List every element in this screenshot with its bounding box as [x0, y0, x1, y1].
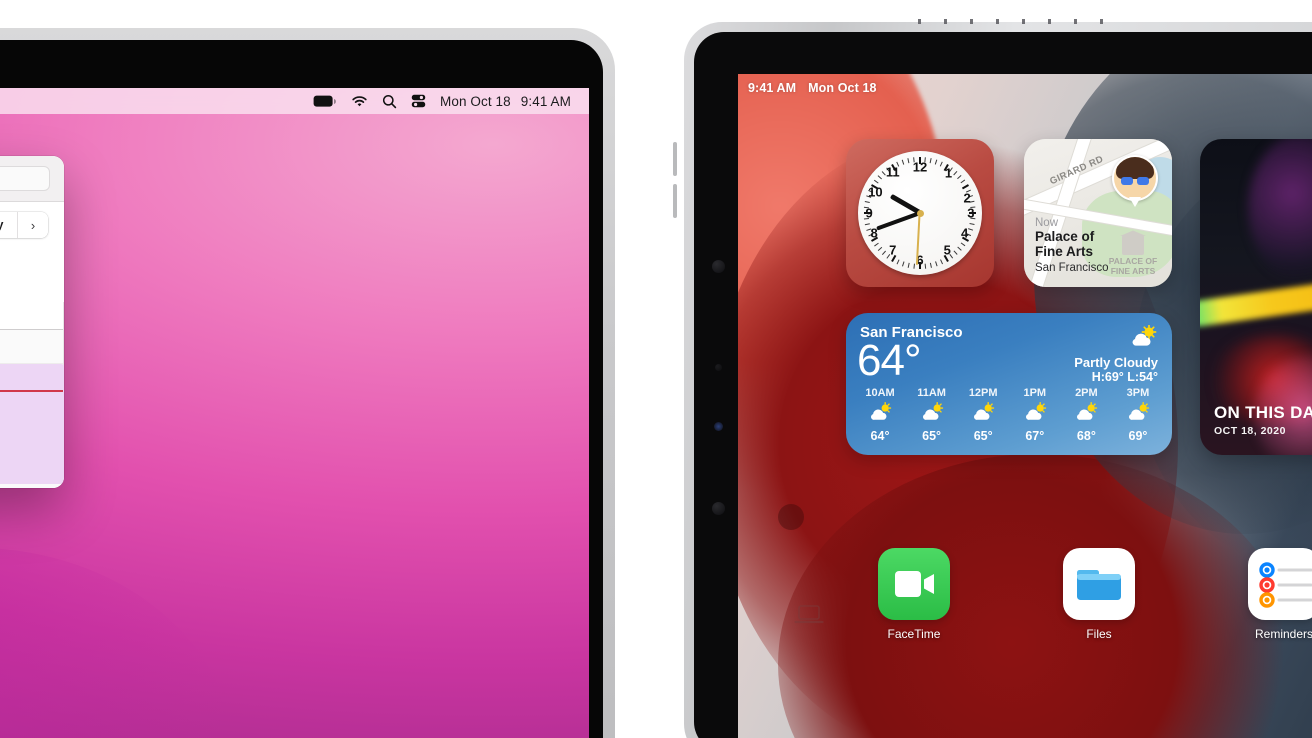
macbook-device: Mon Oct 18 9:41 AM Macintosh HD [0, 28, 615, 738]
clock-number: 11 [885, 164, 900, 180]
speaker-grille [918, 19, 1118, 24]
wifi-icon[interactable] [351, 95, 368, 108]
battery-icon[interactable] [313, 95, 337, 108]
clock-number: 4 [961, 225, 969, 241]
calendar-today-button[interactable]: Today [0, 212, 18, 238]
calendar-window[interactable]: ear Search ‹ Today › Thu 2 [0, 156, 64, 488]
clock-number: 7 [889, 242, 897, 258]
memoji-avatar [1112, 155, 1158, 207]
partly-cloudy-icon [856, 402, 904, 426]
laptop-icon [794, 604, 824, 626]
app-icon-files[interactable]: Files [1053, 548, 1145, 641]
weather-widget[interactable]: San Francisco 64° Partly Cloudy H:69° L:… [846, 313, 1172, 455]
clock-number: 1 [944, 165, 953, 181]
clock-number: 9 [865, 205, 873, 221]
analog-clock-face: 12 1 2 3 4 5 6 7 8 9 10 11 [858, 151, 982, 275]
partly-cloudy-icon [1062, 402, 1110, 426]
clock-number: 10 [868, 184, 883, 200]
files-icon [1063, 548, 1135, 620]
menubar-date[interactable]: Mon Oct 18 [440, 94, 511, 109]
photos-widget-date: OCT 18, 2020 [1214, 425, 1286, 437]
weather-hour-cell: 2PM 68° [1062, 387, 1110, 443]
partly-cloudy-icon [908, 402, 956, 426]
macos-menu-bar[interactable]: Mon Oct 18 9:41 AM [0, 88, 589, 114]
clock-widget[interactable]: 12 1 2 3 4 5 6 7 8 9 10 11 [846, 139, 994, 287]
calendar-now-line [0, 390, 63, 392]
calendar-body: ‹ Today › Thu 21 Fri 22 Sat 23 [0, 202, 64, 488]
volume-down-button[interactable] [673, 184, 677, 218]
partly-cloudy-icon [1114, 402, 1162, 426]
weather-hour-cell: 1PM 67° [1011, 387, 1059, 443]
find-my-now-label: Now [1035, 217, 1059, 229]
ipad-screen: 9:41 AM Mon Oct 18 12 1 2 3 4 5 6 7 8 9 … [694, 32, 1312, 738]
calendar-day-headers: Thu 21 Fri 22 Sat 23 [0, 260, 64, 298]
partly-cloudy-icon [1128, 324, 1158, 351]
landmark-icon [1122, 235, 1144, 256]
clock-number: 12 [912, 159, 928, 175]
volume-up-button[interactable] [673, 142, 677, 176]
app-label: Reminders [1254, 627, 1312, 641]
device-gap [615, 0, 695, 738]
control-center-icon[interactable] [411, 94, 426, 108]
find-my-place: Palace of Fine Arts [1035, 229, 1095, 259]
weather-current-temp: 64° [857, 336, 922, 385]
macos-desktop: Mon Oct 18 9:41 AM Macintosh HD [0, 88, 589, 738]
front-camera-icon [712, 260, 725, 273]
weather-hourly-forecast: 10AM 64° 11AM 65° 12PM 65° 1PM 67° 2PM 68° 3P… [856, 387, 1162, 443]
screenshot-root: Mon Oct 18 9:41 AM Macintosh HD [0, 0, 1312, 738]
calendar-search-input[interactable]: Search [0, 166, 50, 191]
app-label: FaceTime [887, 627, 941, 641]
clock-number: 3 [967, 205, 975, 221]
clock-number: 2 [963, 190, 971, 206]
search-icon[interactable] [382, 94, 397, 109]
calendar-toolbar: ear Search [0, 156, 64, 202]
macbook-screen: Mon Oct 18 9:41 AM Macintosh HD [0, 40, 603, 738]
weather-hour-cell: 12PM 65° [959, 387, 1007, 443]
calendar-nav-group[interactable]: ‹ Today › [0, 212, 48, 238]
menubar-time[interactable]: 9:41 AM [521, 94, 571, 109]
calendar-next-button[interactable]: › [18, 212, 48, 238]
weather-hour-cell: 3PM 69° [1114, 387, 1162, 443]
clock-number: 5 [943, 242, 951, 258]
calendar-event-tims-birthday[interactable]: 9 AM Tim's birthday [0, 364, 64, 484]
weather-high-low: H:69° L:54° [1091, 370, 1158, 384]
wallpaper-shape [778, 504, 804, 530]
find-my-widget[interactable]: GIRARD RD Now Palace of Fine Arts San Fr… [1024, 139, 1172, 287]
ios-status-bar: 9:41 AM Mon Oct 18 [738, 74, 1312, 102]
indicator-led-icon [714, 422, 723, 431]
app-icon-facetime[interactable]: FaceTime [868, 548, 960, 641]
ios-home-screen: 9:41 AM Mon Oct 18 12 1 2 3 4 5 6 7 8 9 … [738, 74, 1312, 738]
clock-minute-hand [876, 211, 921, 231]
weather-condition: Partly Cloudy [1074, 355, 1158, 370]
event-time: 9 AM [0, 367, 59, 382]
reminders-icon [1248, 548, 1312, 620]
weather-hour-cell: 11AM 65° [908, 387, 956, 443]
ambient-sensor-icon [715, 364, 722, 371]
calendar-column-sat[interactable]: 9 AM Tim's birthday [0, 302, 64, 488]
microphone-icon [712, 502, 725, 515]
ipad-device: 9:41 AM Mon Oct 18 12 1 2 3 4 5 6 7 8 9 … [673, 19, 1312, 738]
facetime-icon [878, 548, 950, 620]
partly-cloudy-icon [1011, 402, 1059, 426]
status-date: Mon Oct 18 [808, 81, 877, 95]
find-my-city: San Francisco [1035, 261, 1109, 274]
photos-widget-title: ON THIS DAY [1214, 403, 1312, 422]
calendar-day-header[interactable]: Sat 23 [0, 260, 64, 282]
map-poi-label: PALACE OF FINE ARTS [1102, 235, 1164, 277]
clock-center-pin [916, 209, 924, 217]
app-icon-reminders[interactable]: Reminders [1238, 548, 1312, 641]
app-label: Files [1086, 627, 1112, 641]
weather-hour-cell: 10AM 64° [856, 387, 904, 443]
calendar-grid: 10 AM Team meeting Location scouting [0, 302, 64, 488]
photos-on-this-day-widget[interactable]: ON THIS DAY OCT 18, 2020 [1200, 139, 1312, 455]
status-time: 9:41 AM [748, 81, 797, 95]
partly-cloudy-icon [959, 402, 1007, 426]
